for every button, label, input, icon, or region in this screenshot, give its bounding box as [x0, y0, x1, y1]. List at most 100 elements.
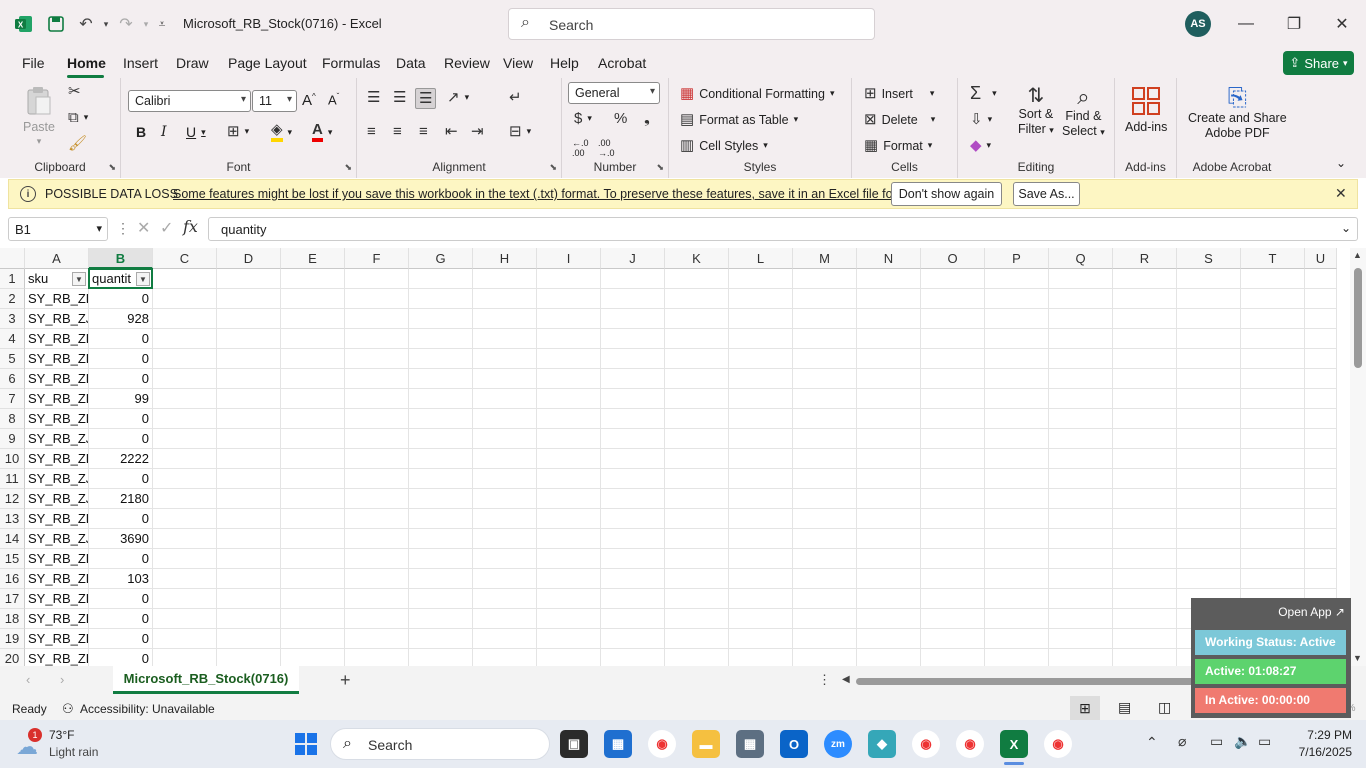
create-share-pdf-button[interactable]: ⎘ Create and Share Adobe PDF: [1188, 86, 1287, 141]
table-cell[interactable]: [1113, 269, 1177, 289]
table-cell[interactable]: [729, 429, 793, 449]
table-cell[interactable]: [1049, 349, 1113, 369]
more-options-icon[interactable]: ⋮: [818, 672, 831, 688]
align-right-button[interactable]: ≡: [419, 124, 428, 139]
table-cell[interactable]: [729, 489, 793, 509]
row-header[interactable]: 20: [0, 649, 25, 666]
table-cell[interactable]: [1305, 489, 1337, 509]
table-cell[interactable]: [1113, 569, 1177, 589]
table-cell[interactable]: [217, 449, 281, 469]
table-cell[interactable]: [281, 349, 345, 369]
clock-time[interactable]: 7:29 PM: [1290, 728, 1352, 742]
table-cell[interactable]: [409, 369, 473, 389]
table-cell[interactable]: [153, 409, 217, 429]
table-cell[interactable]: [665, 569, 729, 589]
row-header[interactable]: 19: [0, 629, 25, 649]
app-icon[interactable]: ◆: [868, 730, 896, 758]
table-cell[interactable]: [345, 309, 409, 329]
table-cell[interactable]: [985, 529, 1049, 549]
column-header-b[interactable]: B: [89, 248, 153, 269]
table-cell[interactable]: [1305, 549, 1337, 569]
table-cell[interactable]: [1049, 509, 1113, 529]
table-cell[interactable]: [985, 389, 1049, 409]
tab-home[interactable]: Home: [67, 55, 106, 71]
table-cell[interactable]: [217, 289, 281, 309]
table-cell[interactable]: [1049, 389, 1113, 409]
table-cell[interactable]: SY_RB_ZLF: [25, 569, 89, 589]
table-cell[interactable]: [153, 449, 217, 469]
table-cell[interactable]: [665, 329, 729, 349]
table-cell[interactable]: [1241, 429, 1305, 449]
number-launcher-icon[interactable]: ⬊: [656, 162, 664, 173]
row-header[interactable]: 5: [0, 349, 25, 369]
column-header-e[interactable]: E: [281, 248, 345, 269]
table-cell[interactable]: [857, 629, 921, 649]
table-cell[interactable]: [729, 329, 793, 349]
table-cell[interactable]: [601, 349, 665, 369]
table-cell[interactable]: [857, 269, 921, 289]
table-cell[interactable]: [153, 329, 217, 349]
table-cell[interactable]: [1049, 489, 1113, 509]
column-header-d[interactable]: D: [217, 248, 281, 269]
row-header[interactable]: 6: [0, 369, 25, 389]
table-cell[interactable]: [921, 489, 985, 509]
table-cell[interactable]: [665, 549, 729, 569]
table-cell[interactable]: [217, 469, 281, 489]
table-cell[interactable]: [345, 389, 409, 409]
filter-dropdown-icon[interactable]: ▼: [136, 272, 150, 286]
table-cell[interactable]: [153, 489, 217, 509]
table-cell[interactable]: [217, 549, 281, 569]
align-middle-button[interactable]: ☰: [393, 90, 406, 105]
table-cell[interactable]: [857, 369, 921, 389]
dont-show-again-button[interactable]: Don't show again: [891, 182, 1002, 206]
format-as-table-button[interactable]: ▤ Format as Table ▾: [680, 112, 798, 127]
zoom-app-icon[interactable]: zm: [824, 730, 852, 758]
windows-start-icon[interactable]: [294, 732, 318, 756]
table-cell[interactable]: [345, 629, 409, 649]
infobar-message[interactable]: Some features might be lost if you save …: [173, 187, 921, 201]
table-cell[interactable]: 0: [89, 549, 153, 569]
table-cell[interactable]: [1177, 349, 1241, 369]
table-cell[interactable]: [217, 309, 281, 329]
table-cell[interactable]: [793, 649, 857, 666]
table-cell[interactable]: [1177, 289, 1241, 309]
table-cell[interactable]: [665, 489, 729, 509]
table-cell[interactable]: [665, 309, 729, 329]
table-cell[interactable]: [409, 329, 473, 349]
table-cell[interactable]: [601, 509, 665, 529]
table-cell[interactable]: [217, 269, 281, 289]
table-cell[interactable]: [921, 549, 985, 569]
tab-draw[interactable]: Draw: [176, 55, 209, 71]
table-cell[interactable]: [857, 509, 921, 529]
table-cell[interactable]: [793, 289, 857, 309]
column-header-m[interactable]: M: [793, 248, 857, 269]
table-cell[interactable]: [281, 649, 345, 666]
scroll-down-icon[interactable]: ▼: [1353, 653, 1362, 663]
increase-decimal-button[interactable]: ←.0.00: [572, 138, 589, 158]
table-cell[interactable]: [921, 609, 985, 629]
row-header[interactable]: 8: [0, 409, 25, 429]
table-cell[interactable]: [537, 509, 601, 529]
table-cell[interactable]: [665, 609, 729, 629]
table-cell[interactable]: [793, 589, 857, 609]
table-cell[interactable]: SY_RB_ZLV: [25, 349, 89, 369]
table-cell[interactable]: [665, 509, 729, 529]
table-cell[interactable]: [1113, 369, 1177, 389]
table-cell[interactable]: [153, 369, 217, 389]
chrome-profile-3-icon[interactable]: ◉: [1044, 730, 1072, 758]
table-cell[interactable]: [601, 449, 665, 469]
next-sheet-icon[interactable]: ›: [60, 672, 64, 687]
table-cell[interactable]: [793, 389, 857, 409]
table-cell[interactable]: [217, 329, 281, 349]
table-cell[interactable]: [1241, 569, 1305, 589]
row-header[interactable]: 16: [0, 569, 25, 589]
table-cell[interactable]: [1049, 529, 1113, 549]
row-header[interactable]: 13: [0, 509, 25, 529]
table-cell[interactable]: [537, 609, 601, 629]
table-cell[interactable]: [1113, 609, 1177, 629]
table-cell[interactable]: SY_RB_ZLC: [25, 589, 89, 609]
table-cell[interactable]: [921, 369, 985, 389]
find-select-button[interactable]: ⌕ Find & Select ▾: [1062, 86, 1105, 139]
table-cell[interactable]: [857, 449, 921, 469]
table-cell[interactable]: [281, 269, 345, 289]
